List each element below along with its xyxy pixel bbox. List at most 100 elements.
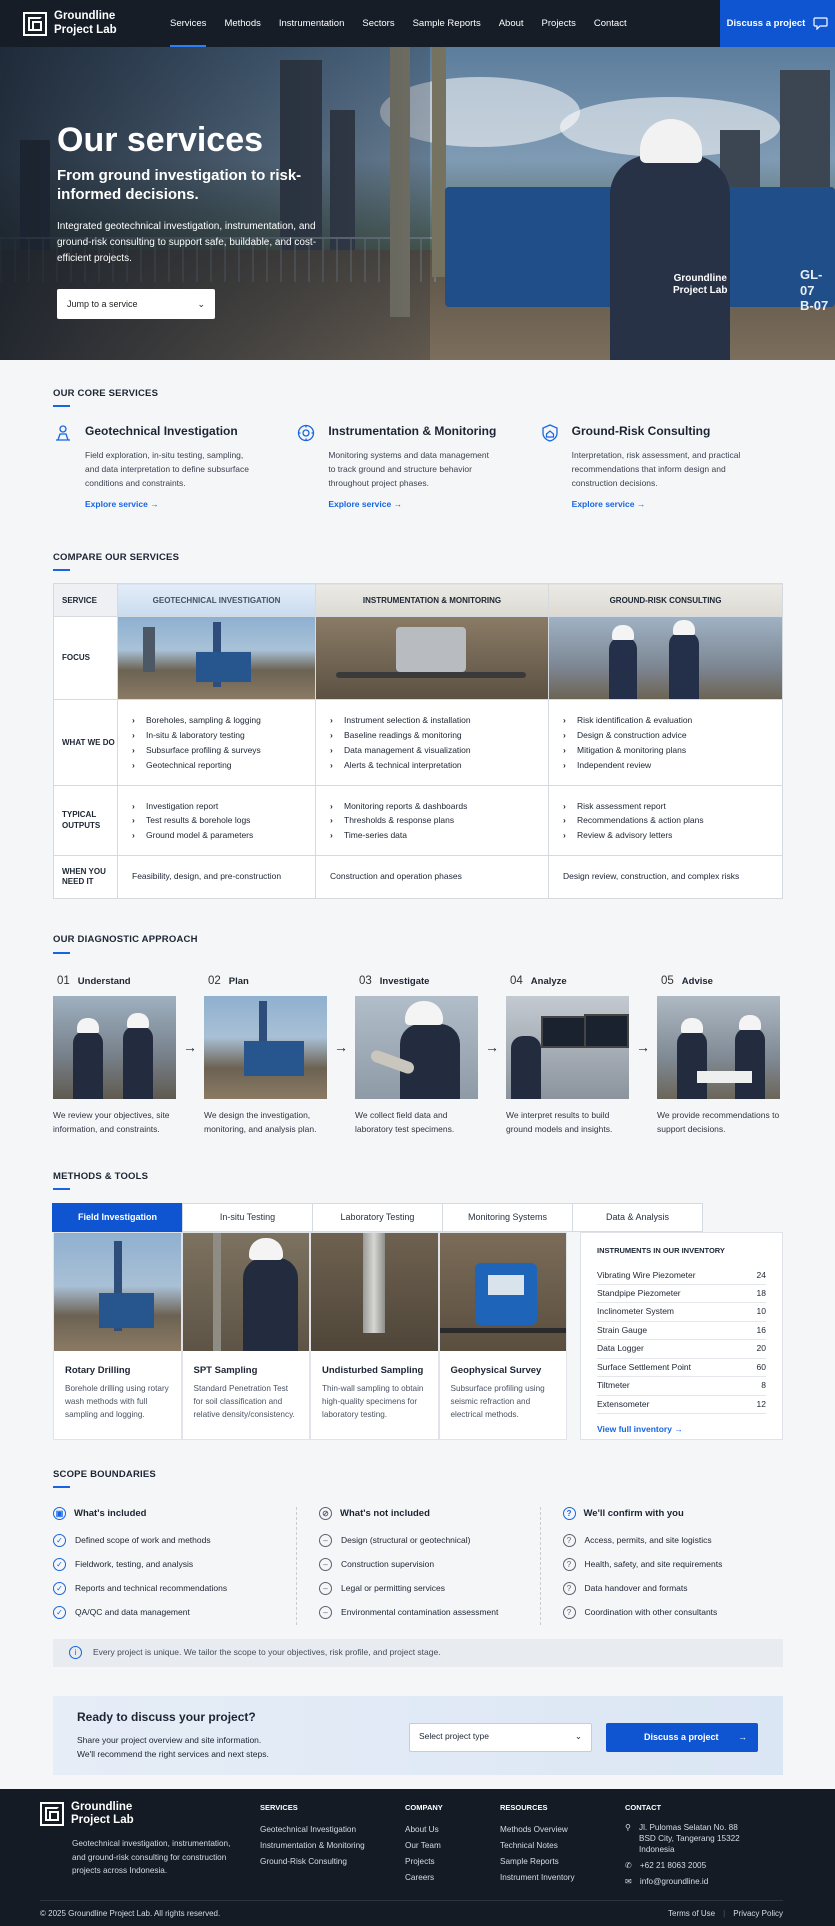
instrument-photo <box>316 617 548 700</box>
nav-methods[interactable]: Methods <box>215 0 269 47</box>
footer-link[interactable]: Ground-Risk Consulting <box>260 1854 365 1870</box>
nav-contact[interactable]: Contact <box>585 0 636 47</box>
footer-email[interactable]: info@groundline.id <box>640 1876 708 1887</box>
step-desc: We collect field data and laboratory tes… <box>355 1109 455 1134</box>
inventory-panel: Instruments in our inventory Vibrating W… <box>580 1232 783 1441</box>
scope-header: ▣ What's included <box>53 1507 296 1521</box>
discuss-project-cta-button[interactable]: Discuss a project → <box>606 1722 758 1752</box>
jump-to-service-select[interactable]: Jump to a service ⌄ <box>57 288 215 319</box>
main-menu: Services Methods Instrumentation Sectors… <box>161 0 636 47</box>
explore-link[interactable]: Explore service → <box>572 499 742 511</box>
view-inventory-link[interactable]: View full inventory → <box>597 1424 766 1436</box>
footer-logo[interactable]: Groundline Project Lab <box>40 1801 232 1827</box>
list-item: – Design (structural or geotechnical) <box>319 1529 539 1553</box>
nav-services[interactable]: Services <box>161 0 215 47</box>
footer-phone[interactable]: +62 21 8063 2005 <box>640 1860 706 1871</box>
monitor <box>584 1013 629 1048</box>
list-item: Independent review <box>563 758 782 773</box>
table-row: FOCUS <box>53 616 783 701</box>
brand-line1: Groundline <box>54 10 116 23</box>
jump-label: Jump to a service <box>67 298 138 309</box>
discuss-project-button[interactable]: Discuss a project <box>720 0 835 47</box>
nav-sample-reports[interactable]: Sample Reports <box>404 0 490 47</box>
inventory-title: Instruments in our inventory <box>597 1246 725 1256</box>
row-label: WHAT WE DO <box>53 699 118 787</box>
footer-link[interactable]: Instrumentation & Monitoring <box>260 1838 365 1854</box>
method-card-undisturbed-sampling[interactable]: Undisturbed Sampling Thin-wall sampling … <box>310 1232 439 1441</box>
project-type-placeholder: Select project type <box>419 1731 489 1742</box>
method-title: SPT Sampling <box>193 1365 258 1377</box>
check-icon: ✓ <box>53 1558 66 1572</box>
inventory-count: 18 <box>756 1288 766 1299</box>
nav-instrumentation[interactable]: Instrumentation <box>270 0 353 47</box>
footer-heading: Company <box>405 1802 443 1812</box>
project-type-select[interactable]: Select project type ⌄ <box>409 1722 592 1752</box>
list-item-label: Reports and technical recommendations <box>75 1583 228 1594</box>
method-card-spt-sampling[interactable]: SPT Sampling Standard Penetration Test f… <box>181 1232 310 1441</box>
footer-heading: Contact <box>625 1802 662 1812</box>
footer-link[interactable]: Geotechnical Investigation <box>260 1822 365 1838</box>
method-desc: Standard Penetration Test for soil class… <box>193 1384 295 1419</box>
footer-link[interactable]: Our Team <box>405 1838 443 1854</box>
brand-logo[interactable]: Groundline Project Lab <box>23 10 134 36</box>
list-item-label: Data handover and formats <box>584 1583 688 1594</box>
hard-hat <box>673 620 695 636</box>
tab-laboratory-testing[interactable]: Laboratory Testing <box>312 1203 443 1233</box>
inventory-row: Extensometer 12 <box>597 1396 766 1415</box>
page-title: Our services <box>57 121 264 159</box>
nav-sectors[interactable]: Sectors <box>353 0 403 47</box>
cable <box>336 672 526 679</box>
arrow-right-icon: → <box>334 1038 348 1055</box>
step-header: 02 Plan <box>208 973 327 989</box>
nav-projects[interactable]: Projects <box>533 0 585 47</box>
core-services: Our core services Geotechnical Investiga… <box>0 360 835 511</box>
rig-body <box>99 1293 154 1329</box>
scope-confirm-title: We'll confirm with you <box>583 1508 684 1520</box>
terms-link[interactable]: Terms of Use <box>668 1909 715 1918</box>
explore-link[interactable]: Explore service → <box>85 499 255 511</box>
footer-link[interactable]: Sample Reports <box>500 1854 575 1870</box>
compare-section: Compare our services SERVICE GEOTECHNICA… <box>0 551 835 900</box>
inventory-row: Strain Gauge 16 <box>597 1322 766 1341</box>
list-item: In-situ & laboratory testing <box>132 728 315 743</box>
footer-link[interactable]: About Us <box>405 1822 443 1838</box>
tab-monitoring-systems[interactable]: Monitoring Systems <box>442 1203 573 1233</box>
person <box>242 1258 298 1352</box>
footer-link[interactable]: Methods Overview <box>500 1822 575 1838</box>
cell: Boreholes, sampling & loggingIn-situ & l… <box>117 699 316 787</box>
list-item: ? Coordination with other consultants <box>562 1601 783 1625</box>
drill-rig-photo <box>118 617 315 700</box>
tab-field-investigation[interactable]: Field Investigation <box>52 1203 183 1233</box>
cell: Risk assessment reportRecommendations & … <box>548 785 783 857</box>
footer-brand: Groundline Project Lab Geotechnical inves… <box>40 1801 232 1878</box>
inventory-count: 10 <box>756 1306 766 1317</box>
step-desc: We review your objectives, site informat… <box>53 1109 170 1134</box>
phone-icon: ✆ <box>625 1861 632 1871</box>
method-photo <box>311 1233 438 1352</box>
nav-about[interactable]: About <box>490 0 533 47</box>
footer-link[interactable]: Technical Notes <box>500 1838 575 1854</box>
inventory-row: Surface Settlement Point 60 <box>597 1359 766 1378</box>
inventory-row: Data Logger 20 <box>597 1340 766 1359</box>
step-header: 03 Investigate <box>359 973 478 989</box>
privacy-link[interactable]: Privacy Policy <box>733 1909 783 1918</box>
chevron-down-icon: ⌄ <box>574 1731 582 1742</box>
chevron-down-icon: ⌄ <box>197 298 205 309</box>
list-item: – Legal or permitting services <box>319 1577 539 1601</box>
inventory-count: 12 <box>756 1398 766 1409</box>
method-card-rotary-drilling[interactable]: Rotary Drilling Borehole drilling using … <box>53 1232 182 1441</box>
inventory-name: Inclinometer System <box>597 1306 674 1317</box>
explore-link[interactable]: Explore service → <box>328 499 498 511</box>
methods-section: Methods & tools Field Investigation In-s… <box>0 1170 835 1441</box>
jacket-text-2: Project Lab <box>673 284 728 296</box>
scope-list: ✓ Defined scope of work and methods ✓ Fiel… <box>53 1529 296 1625</box>
tab-data-analysis[interactable]: Data & Analysis <box>572 1203 703 1233</box>
scope-confirm: ? We'll confirm with you ? Access, permits… <box>539 1507 783 1625</box>
list-item: Investigation report <box>132 799 315 814</box>
tab-in-situ-testing[interactable]: In-situ Testing <box>182 1203 313 1233</box>
inventory-row: Tiltmeter 8 <box>597 1377 766 1396</box>
method-card-geophysical-survey[interactable]: Geophysical Survey Subsurface profiling … <box>438 1232 567 1441</box>
scope-section: Scope boundaries ▣ What's included ✓ Defin… <box>0 1468 835 1775</box>
footer-link[interactable]: Projects <box>405 1854 443 1870</box>
arrow-right-icon: → <box>674 1424 683 1435</box>
